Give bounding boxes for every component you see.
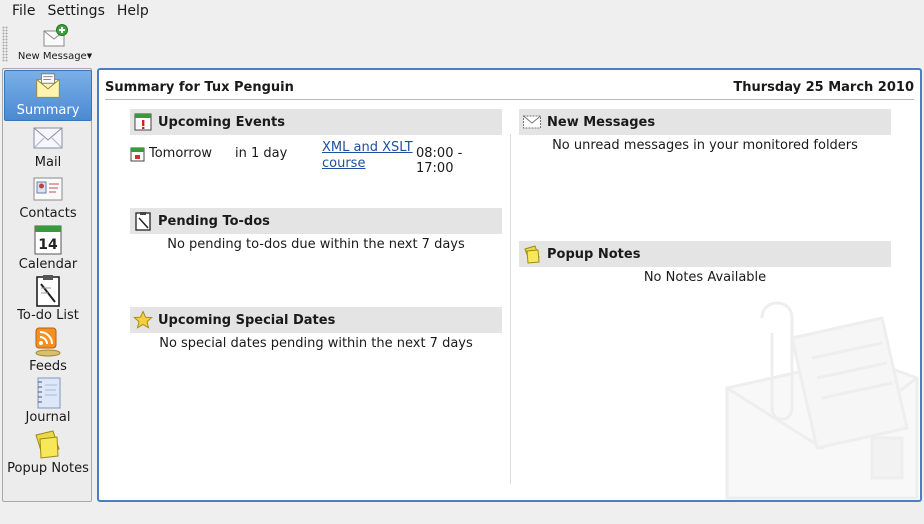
section-popup-notes: Popup Notes xyxy=(519,241,891,267)
summary-icon xyxy=(36,73,60,98)
todo-icon xyxy=(135,212,151,231)
special-dates-message: No special dates pending within the next… xyxy=(159,336,473,351)
dropdown-arrow-icon[interactable]: ▼ xyxy=(87,52,92,60)
sidebar-item-label: Mail xyxy=(34,155,62,170)
section-title: New Messages xyxy=(547,114,656,130)
sidebar-item-mail[interactable]: Mail xyxy=(4,121,92,172)
section-title: Pending To-dos xyxy=(158,213,270,229)
new-message-label: New Message xyxy=(17,51,87,62)
event-relative-time: in 1 day xyxy=(235,146,288,161)
section-title: Popup Notes xyxy=(547,246,641,262)
sidebar-item-label: Contacts xyxy=(19,206,77,221)
notes-icon xyxy=(524,245,540,264)
sidebar-item-label: Popup Notes xyxy=(7,461,89,476)
kontact-watermark-icon xyxy=(725,301,919,500)
sidebar: Summary Mail Contacts 14 Calendar To-do … xyxy=(2,68,92,502)
event-link[interactable]: XML and XSLT course xyxy=(322,140,418,172)
summary-header: Summary for Tux Penguin Thursday 25 Marc… xyxy=(105,76,914,98)
menu-settings[interactable]: Settings xyxy=(41,0,110,22)
header-divider xyxy=(105,99,914,100)
feeds-icon xyxy=(35,327,61,357)
new-messages-message: No unread messages in your monitored fol… xyxy=(552,138,858,153)
section-pending-todos: Pending To-dos xyxy=(130,208,502,234)
sidebar-item-contacts[interactable]: Contacts xyxy=(4,172,92,223)
star-icon xyxy=(133,310,153,329)
menu-help[interactable]: Help xyxy=(111,0,155,22)
current-date: Thursday 25 March 2010 xyxy=(733,79,914,95)
new-message-button[interactable]: New Message▼ xyxy=(12,24,98,64)
sidebar-item-popup-notes[interactable]: Popup Notes xyxy=(4,427,92,478)
sidebar-item-label: Calendar xyxy=(18,257,78,272)
sidebar-item-summary[interactable]: Summary xyxy=(4,70,92,121)
mail-icon xyxy=(523,115,541,129)
event-time: 08:00 - 17:00 xyxy=(416,146,463,176)
menu-bar: File Settings Help xyxy=(0,0,924,22)
sidebar-item-label: Journal xyxy=(25,410,71,425)
sidebar-item-label: Summary xyxy=(16,103,80,118)
menu-file[interactable]: File xyxy=(6,0,41,22)
sidebar-item-label: To-do List xyxy=(17,308,79,323)
toolbar-grip[interactable] xyxy=(2,26,8,62)
section-new-messages: New Messages xyxy=(519,109,891,135)
section-upcoming-events: Upcoming Events xyxy=(130,109,502,135)
page-title: Summary for Tux Penguin xyxy=(105,79,294,95)
popup-notes-icon xyxy=(35,430,60,459)
journal-icon xyxy=(37,377,61,409)
event-row: Tomorrow in 1 day XML and XSLT course 08… xyxy=(130,140,502,176)
pending-todos-message: No pending to-dos due within the next 7 … xyxy=(167,237,465,252)
event-day: Tomorrow xyxy=(149,146,213,161)
section-title: Upcoming Special Dates xyxy=(158,312,336,328)
popup-notes-message: No Notes Available xyxy=(643,270,767,285)
main-toolbar: New Message▼ xyxy=(0,22,924,66)
calendar-alert-icon xyxy=(134,113,152,131)
section-special-dates: Upcoming Special Dates xyxy=(130,307,502,333)
contacts-icon xyxy=(33,177,63,201)
sidebar-item-todo-list[interactable]: To-do List xyxy=(4,274,92,325)
calendar-day-number: 14 xyxy=(38,237,58,253)
mail-icon xyxy=(33,127,63,149)
calendar-icon: 14 xyxy=(34,225,62,255)
sidebar-item-journal[interactable]: Journal xyxy=(4,376,92,427)
section-title: Upcoming Events xyxy=(158,114,285,130)
sidebar-item-feeds[interactable]: Feeds xyxy=(4,325,92,376)
new-message-icon xyxy=(43,24,68,47)
todo-list-icon xyxy=(36,275,60,307)
sidebar-item-label: Feeds xyxy=(29,359,67,374)
column-divider xyxy=(510,134,511,484)
sidebar-item-calendar[interactable]: 14 Calendar xyxy=(4,223,92,274)
event-calendar-icon xyxy=(130,147,145,162)
summary-view: Summary for Tux Penguin Thursday 25 Marc… xyxy=(97,68,922,502)
